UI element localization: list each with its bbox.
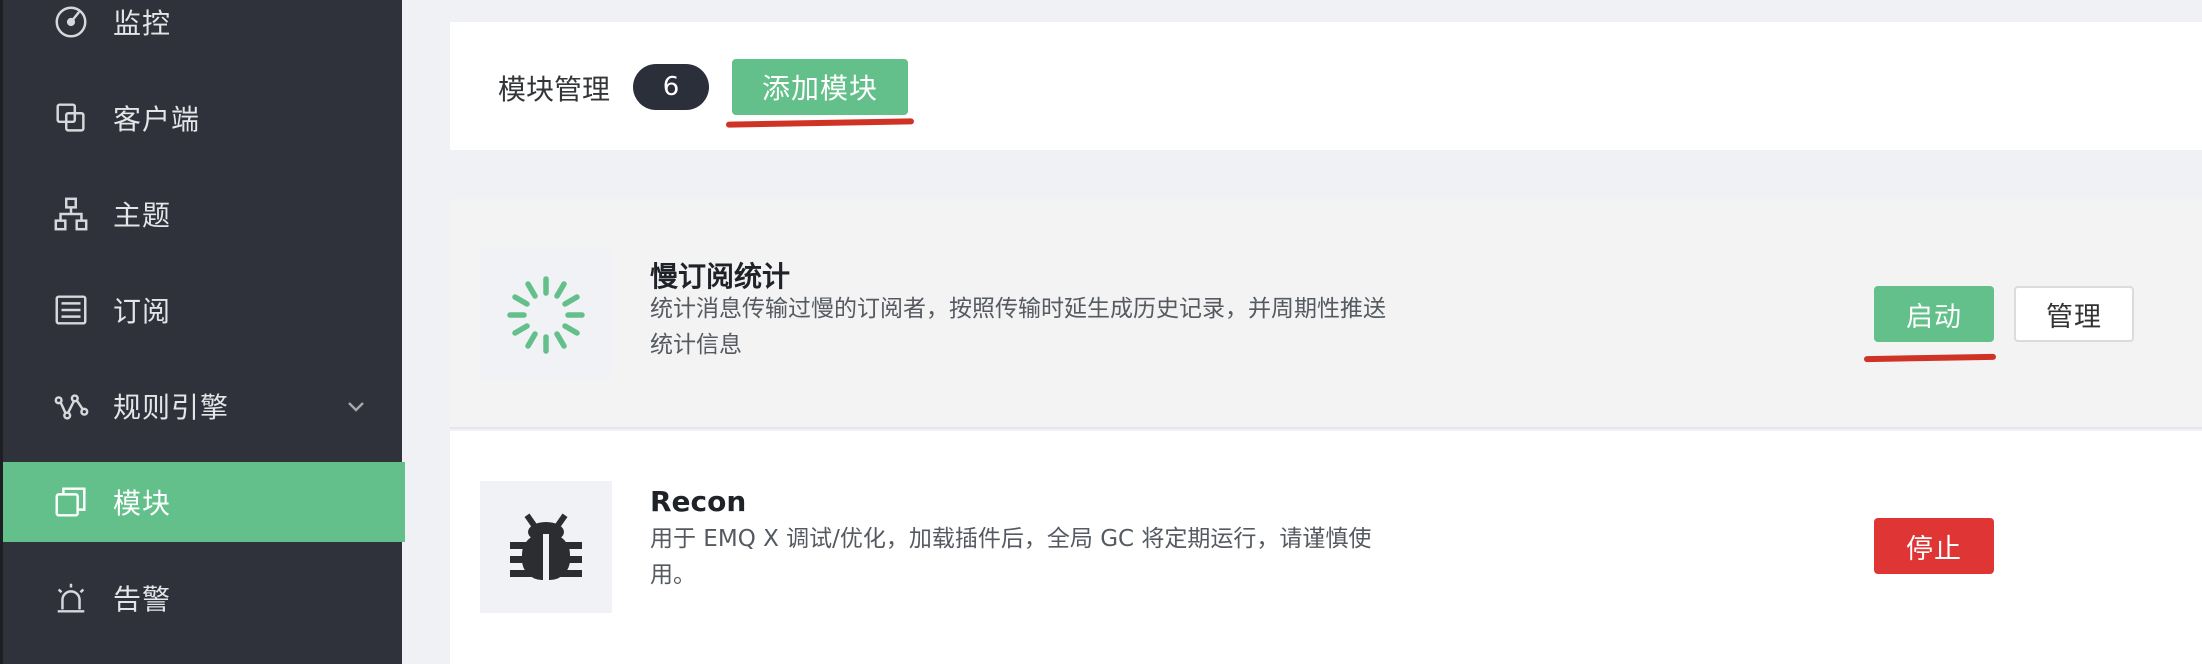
sidebar-item-label: 订阅	[113, 295, 172, 328]
sidebar-item-label: 监控	[113, 7, 172, 40]
clients-icon	[51, 98, 91, 138]
chevron-down-icon	[348, 402, 364, 412]
sidebar: 监控 客户端 主题 订阅 规则引擎 模块 告警	[0, 0, 405, 664]
add-module-button[interactable]: 添加模块	[732, 59, 908, 115]
module-icon-box	[480, 481, 612, 613]
sidebar-item-clients[interactable]: 客户端	[3, 78, 405, 158]
topics-icon	[51, 194, 91, 234]
module-title: Recon	[650, 485, 747, 518]
module-card: Recon 用于 EMQ X 调试/优化，加载插件后，全局 GC 将定期运行，请…	[450, 431, 2202, 664]
alarm-icon	[51, 578, 91, 618]
annotation-underline	[1863, 353, 1997, 363]
annotation-underline	[725, 118, 915, 128]
sidebar-item-label: 模块	[113, 487, 172, 520]
page-title: 模块管理	[498, 73, 611, 106]
sidebar-item-subscriptions[interactable]: 订阅	[3, 270, 405, 350]
module-card: 慢订阅统计 统计消息传输过慢的订阅者，按照传输时延生成历史记录，并周期性推送统计…	[450, 199, 2202, 429]
sidebar-item-monitor[interactable]: 监控	[3, 0, 405, 62]
module-icon-box	[480, 249, 612, 381]
sidebar-item-alarm[interactable]: 告警	[3, 558, 405, 638]
start-button[interactable]: 启动	[1874, 286, 1994, 342]
module-count-badge: 6	[633, 64, 709, 110]
module-description: 用于 EMQ X 调试/优化，加载插件后，全局 GC 将定期运行，请谨慎使用。	[650, 526, 1372, 588]
sidebar-item-label: 告警	[113, 583, 172, 616]
module-title: 慢订阅统计	[650, 260, 791, 293]
rule-engine-icon	[51, 386, 91, 426]
sidebar-item-modules[interactable]: 模块	[3, 462, 405, 542]
sidebar-item-label: 客户端	[113, 103, 201, 136]
sidebar-item-rule-engine[interactable]: 规则引擎	[3, 366, 405, 446]
bug-icon	[510, 513, 582, 582]
module-management-header: 模块管理 6 添加模块	[450, 22, 2202, 150]
stop-button[interactable]: 停止	[1874, 518, 1994, 574]
dashboard-icon	[51, 2, 91, 42]
manage-button[interactable]: 管理	[2014, 286, 2134, 342]
module-description: 统计消息传输过慢的订阅者，按照传输时延生成历史记录，并周期性推送统计信息	[650, 296, 1386, 358]
modules-icon	[51, 482, 91, 522]
loading-spinner-icon	[507, 276, 585, 354]
subscriptions-icon	[51, 290, 91, 330]
sidebar-item-label: 规则引擎	[113, 391, 230, 424]
sidebar-item-topics[interactable]: 主题	[3, 174, 405, 254]
sidebar-item-label: 主题	[113, 199, 172, 232]
